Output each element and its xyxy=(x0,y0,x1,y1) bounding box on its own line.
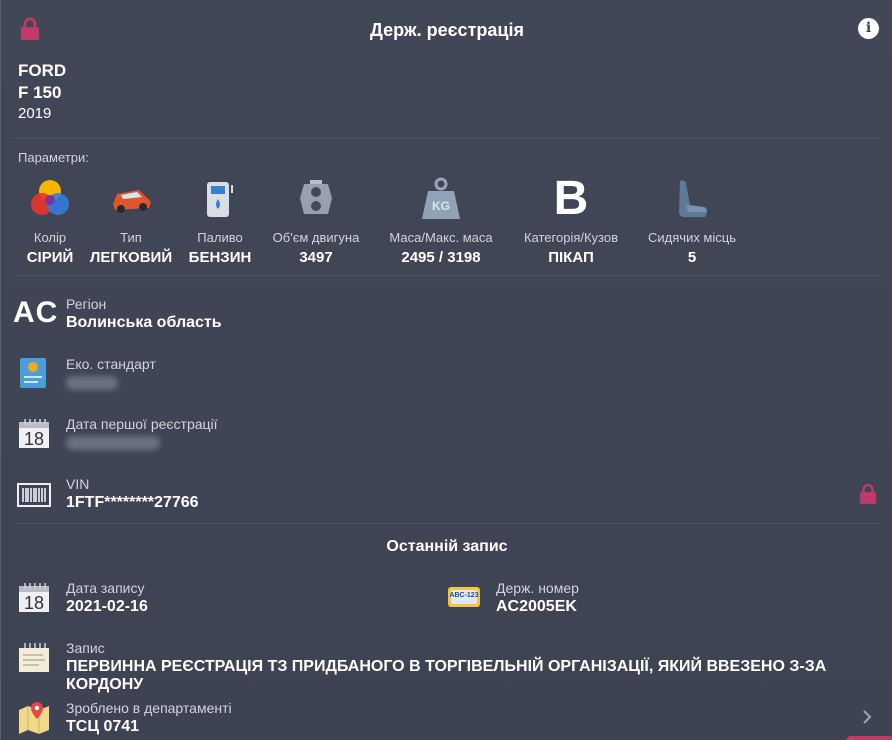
param-weight: KG Маса/Макс. маса 2495 / 3198 xyxy=(379,170,503,266)
svg-text:KG: KG xyxy=(432,199,450,213)
param-color: Колір СІРИЙ xyxy=(19,170,81,266)
lock-icon[interactable] xyxy=(859,483,877,505)
car-icon xyxy=(113,190,151,213)
last-record-title: Останній запис xyxy=(386,538,508,555)
vehicle-make: FORD xyxy=(18,61,67,80)
record-date-label: Дата запису xyxy=(66,580,145,596)
weight-icon: KG xyxy=(422,177,460,219)
first-registration-label: Дата першої реєстрації xyxy=(66,416,218,432)
record-label: Запис xyxy=(66,640,105,656)
registration-panel: Держ. реєстрація i FORD F 150 2019 Парам… xyxy=(0,0,892,740)
param-category: B Категорія/Кузов ПІКАП xyxy=(523,172,619,267)
divider xyxy=(13,138,880,139)
license-plate-icon: ABC-123 xyxy=(447,586,481,608)
page-title: Держ. реєстрація xyxy=(370,20,524,40)
certificate-icon xyxy=(20,358,46,388)
document-icon xyxy=(19,643,49,672)
record-date-value: 2021-02-16 xyxy=(66,598,148,615)
divider xyxy=(13,523,880,524)
chevron-right-icon[interactable] xyxy=(861,708,873,726)
eco-label: Еко. стандарт xyxy=(66,356,156,372)
region-label: Регіон xyxy=(66,296,107,312)
info-icon[interactable]: i xyxy=(858,18,879,39)
record-value: ПЕРВИННА РЕЄСТРАЦІЯ ТЗ ПРИДБАНОГО В ТОРГ… xyxy=(66,658,827,693)
param-fuel: Паливо БЕНЗИН xyxy=(184,170,256,266)
param-type: Тип ЛЕГКОВИЙ xyxy=(87,170,175,266)
seat-icon xyxy=(679,180,708,217)
department-value[interactable]: ТСЦ 0741 xyxy=(66,718,139,736)
vin-value: 1FTF********27766 xyxy=(66,494,199,511)
color-palette-icon xyxy=(31,180,69,215)
region-value: Волинська область xyxy=(66,314,222,331)
category-letter: B xyxy=(553,172,589,225)
map-pin-icon xyxy=(19,702,49,734)
vin-label: VIN xyxy=(66,476,90,492)
department-label: Зроблено в департаменті xyxy=(66,700,232,716)
accent-bar xyxy=(847,736,892,740)
calendar-icon: 18 xyxy=(17,416,51,450)
param-engine: Об'єм двигуна 3497 xyxy=(263,170,369,266)
vehicle-year: 2019 xyxy=(18,105,52,122)
region-code: AC xyxy=(13,296,59,329)
plate-label: Держ. номер xyxy=(496,580,579,596)
fuel-pump-icon xyxy=(207,182,233,217)
divider xyxy=(13,275,880,276)
eco-value-blurred xyxy=(66,376,118,390)
first-registration-value-blurred xyxy=(66,436,160,450)
plate-value: AC2005EK xyxy=(496,598,577,615)
vehicle-model: F 150 xyxy=(18,83,62,102)
params-label: Параметри: xyxy=(18,150,89,165)
engine-icon xyxy=(300,180,332,214)
barcode-icon xyxy=(17,483,51,507)
calendar-icon: 18 xyxy=(17,580,51,614)
param-seats: Сидячих місць 5 xyxy=(639,170,745,266)
